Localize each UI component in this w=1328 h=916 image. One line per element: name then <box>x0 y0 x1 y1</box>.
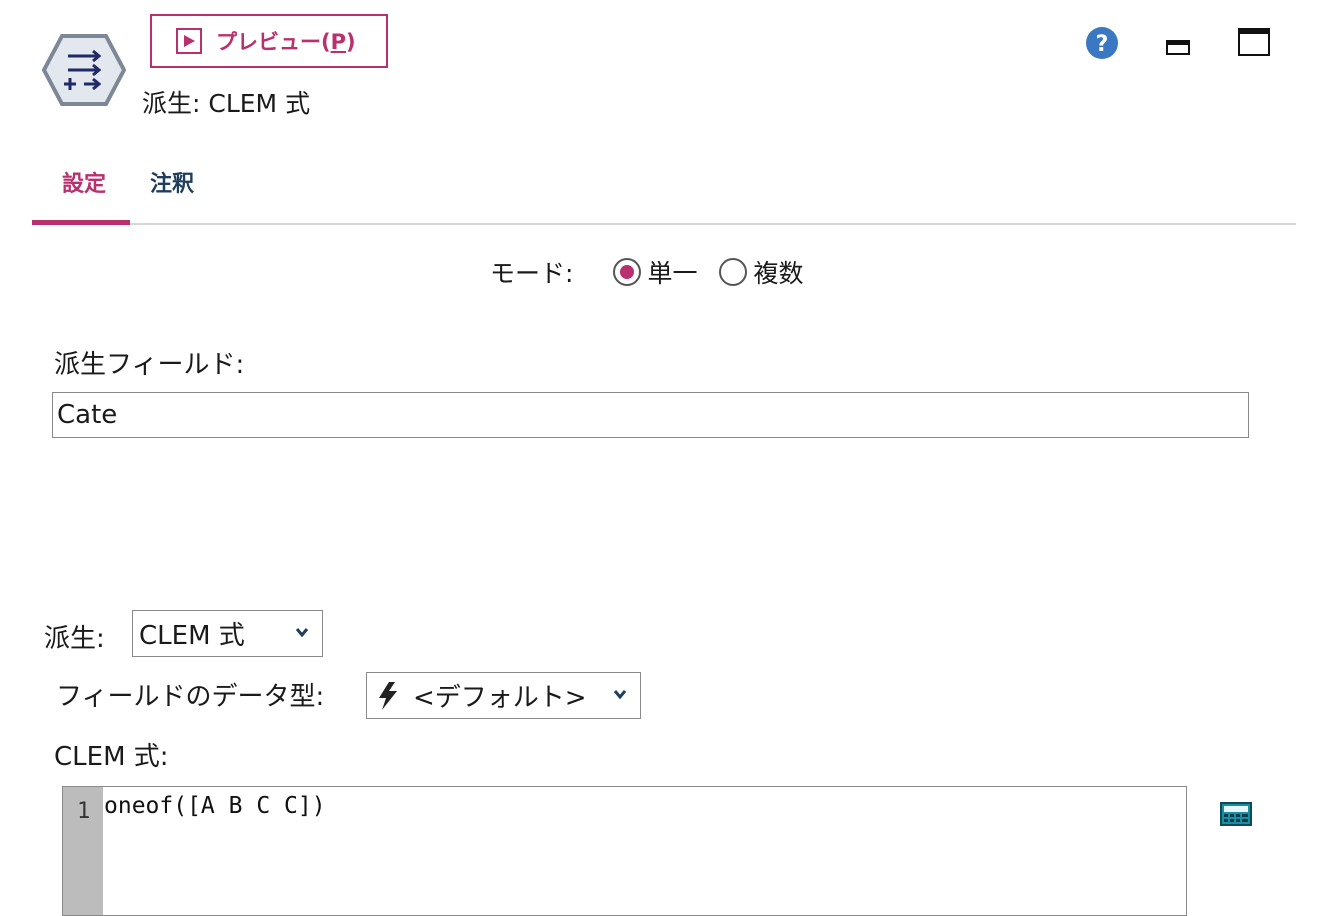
mode-row: モード: 単一 複数 <box>490 254 825 290</box>
radio-selected-dot <box>620 265 635 279</box>
mode-single-label[interactable]: 単一 <box>647 254 697 290</box>
expression-editor[interactable]: 1 oneof([A B C C]) <box>62 786 1187 916</box>
tabs-divider <box>32 223 1296 225</box>
preview-label: プレビュー(P) <box>216 30 356 54</box>
mode-single-radio[interactable] <box>613 258 642 286</box>
derive-field-input[interactable] <box>52 392 1249 438</box>
derive-as-label: 派生: <box>44 624 105 654</box>
mode-multiple-radio[interactable] <box>719 258 748 286</box>
expression-builder-icon[interactable] <box>1220 802 1252 826</box>
minimize-icon[interactable] <box>1166 38 1190 56</box>
expression-code[interactable]: oneof([A B C C]) <box>104 793 326 819</box>
node-title: 派生: CLEM 式 <box>142 89 311 118</box>
help-icon[interactable]: ? <box>1085 26 1119 60</box>
lightning-icon <box>379 681 397 710</box>
line-number: 1 <box>77 799 91 824</box>
active-tab-indicator <box>32 220 130 225</box>
mode-multiple-label[interactable]: 複数 <box>753 254 803 290</box>
derive-as-value: CLEM 式 <box>139 621 245 651</box>
tab-settings[interactable]: 設定 <box>62 166 106 198</box>
clem-expression-label: CLEM 式: <box>54 742 169 772</box>
field-type-select[interactable]: <デフォルト> <box>366 672 641 719</box>
preview-button[interactable]: プレビュー(P) <box>150 14 388 68</box>
derive-as-select[interactable]: CLEM 式 <box>132 610 323 657</box>
play-icon <box>176 28 202 54</box>
maximize-icon[interactable] <box>1238 28 1270 56</box>
chevron-down-icon <box>295 625 309 641</box>
svg-text:?: ? <box>1096 32 1109 57</box>
derive-node-icon <box>42 34 126 106</box>
field-type-value: <デフォルト> <box>413 683 587 713</box>
mode-label: モード: <box>490 259 574 288</box>
derive-field-label: 派生フィールド: <box>54 350 245 380</box>
chevron-down-icon <box>613 687 627 703</box>
tab-annotation[interactable]: 注釈 <box>150 166 194 198</box>
field-type-label: フィールドのデータ型: <box>56 682 325 712</box>
